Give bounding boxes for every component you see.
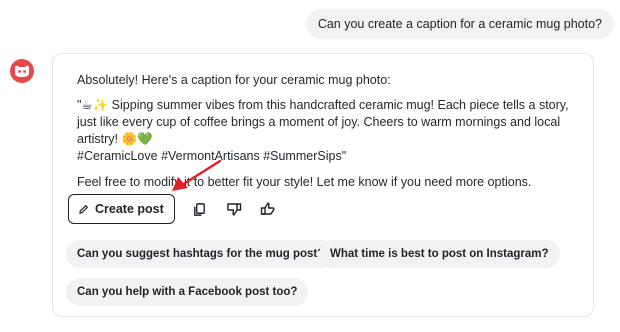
copy-button[interactable] (189, 198, 211, 220)
assistant-logo-icon (15, 65, 29, 77)
copy-icon (194, 202, 206, 216)
response-intro: Absolutely! Here's a caption for your ce… (77, 73, 391, 87)
thumbs-down-icon (226, 203, 241, 216)
response-caption: "☕✨ Sipping summer vibes from this handc… (77, 97, 577, 165)
dislike-button[interactable] (223, 198, 245, 220)
caption-text: "☕✨ Sipping summer vibes from this handc… (77, 98, 569, 146)
create-post-label: Create post (95, 202, 164, 216)
suggestion-chip-facebook[interactable]: Can you help with a Facebook post too? (66, 278, 309, 306)
pencil-icon (79, 204, 88, 214)
like-button[interactable] (257, 198, 279, 220)
assistant-message: Absolutely! Here's a caption for your ce… (77, 72, 577, 199)
thumbs-up-icon (260, 202, 275, 215)
response-actions: Create post (68, 194, 279, 224)
response-outro: Feel free to modify it to better fit you… (77, 175, 532, 189)
assistant-avatar (10, 59, 34, 83)
suggestion-chip-hashtags[interactable]: Can you suggest hashtags for the mug pos… (66, 240, 336, 268)
suggestion-chip-posting-time[interactable]: What time is best to post on Instagram? (319, 240, 560, 268)
user-message-bubble: Can you create a caption for a ceramic m… (305, 9, 614, 39)
annotation-arrow-icon (172, 159, 222, 191)
user-message-text: Can you create a caption for a ceramic m… (317, 17, 602, 31)
create-post-button[interactable]: Create post (68, 194, 175, 224)
